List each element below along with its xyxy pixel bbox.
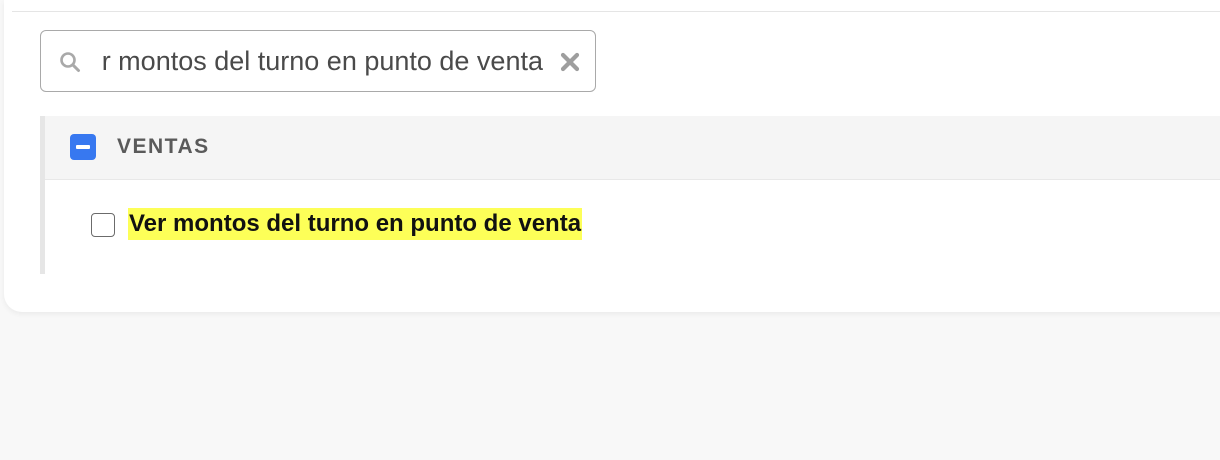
group-header: VENTAS <box>45 116 1220 180</box>
group-title: VENTAS <box>117 135 210 158</box>
search-icon <box>59 51 81 73</box>
permission-item: Ver montos del turno en punto de venta <box>45 180 1220 274</box>
close-icon[interactable] <box>559 51 581 73</box>
permission-group-ventas: VENTAS Ver montos del turno en punto de … <box>40 116 1220 274</box>
top-divider <box>12 11 1220 12</box>
permission-search-box[interactable] <box>40 30 596 92</box>
group-select-all-checkbox[interactable] <box>70 134 96 160</box>
search-input[interactable] <box>101 41 543 81</box>
indeterminate-icon <box>76 145 90 149</box>
permission-checkbox[interactable] <box>91 213 115 237</box>
permission-label[interactable]: Ver montos del turno en punto de venta <box>128 208 583 240</box>
